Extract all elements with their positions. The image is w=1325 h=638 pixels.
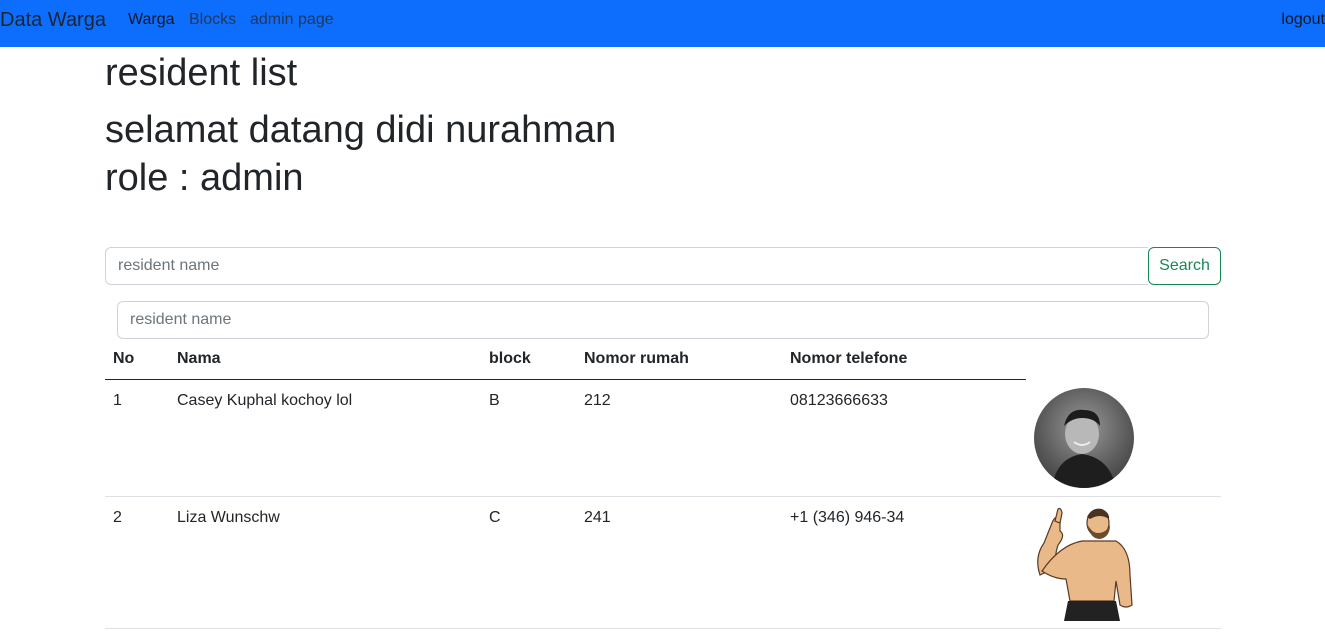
cell-nama: Casey Kuphal kochoy lol [177,392,353,409]
brand-link[interactable]: Data Warga [0,9,106,32]
header-block: block [489,350,531,367]
cell-telefone: 08123666633 [790,392,888,409]
role-heading: role : admin [105,157,304,199]
cell-nomor-rumah: 241 [584,509,611,526]
header-nomor-rumah: Nomor rumah [584,350,689,367]
nav-link-blocks[interactable]: Blocks [189,11,236,29]
welcome-heading: selamat datang didi nurahman [105,109,617,151]
navbar: Data Warga Warga Blocks admin page logou… [0,0,1325,47]
cell-no: 2 [113,509,122,526]
cell-block: C [489,509,501,526]
logout-link[interactable]: logout [1281,11,1325,29]
header-no: No [113,350,135,367]
resident-photo [1034,388,1134,488]
row-divider [105,496,1221,497]
cell-nama: Liza Wunschw [177,509,280,526]
cell-no: 1 [113,392,122,409]
search-input[interactable] [105,247,1148,285]
filter-input[interactable] [117,301,1209,339]
cell-nomor-rumah: 212 [584,392,611,409]
row-divider [105,628,1221,629]
header-nama: Nama [177,350,221,367]
nav-link-warga[interactable]: Warga [128,11,175,29]
cell-telefone: +1 (346) 946-34 [790,509,905,526]
page-title: resident list [105,52,298,94]
search-button[interactable]: Search [1148,247,1221,285]
header-nomor-telefone: Nomor telefone [790,350,908,367]
thumbs-up-man-illustration [1030,505,1140,621]
nav-link-admin-page[interactable]: admin page [250,11,334,29]
search-group: Search [105,247,1221,285]
header-divider [105,379,1026,380]
cell-block: B [489,392,500,409]
